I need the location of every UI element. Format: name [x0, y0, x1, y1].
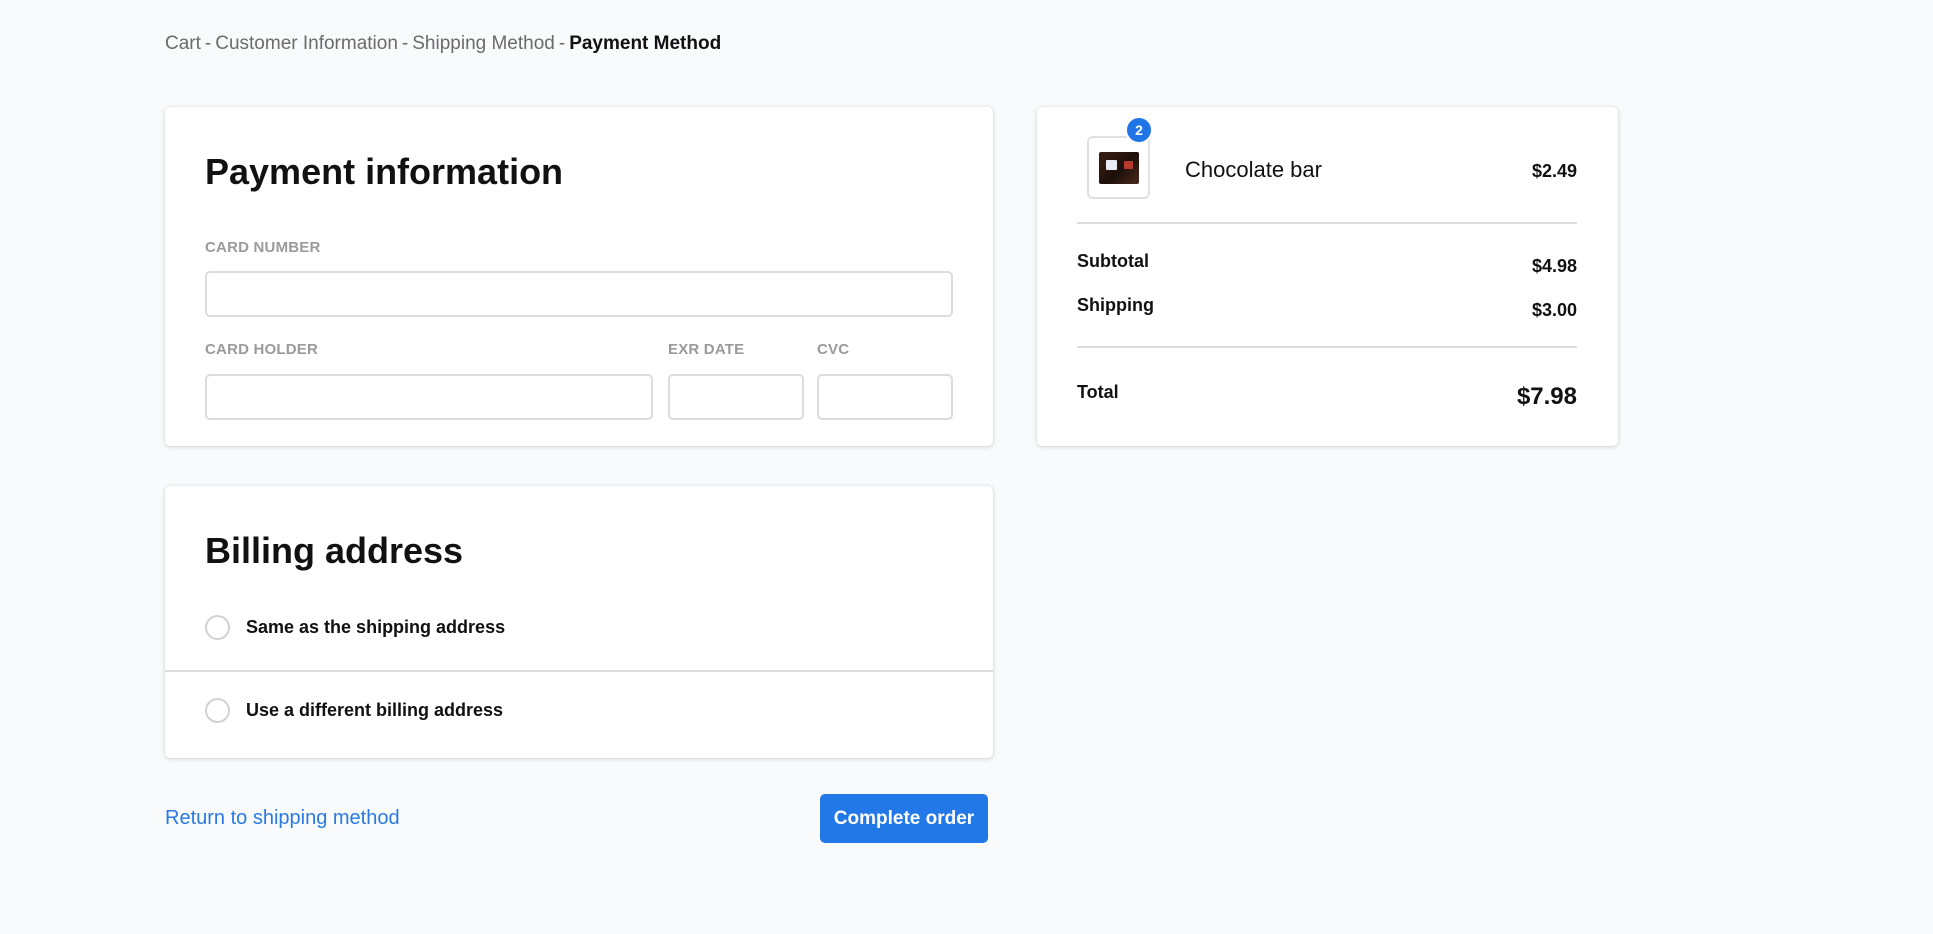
breadcrumb-customer-information[interactable]: Customer Information — [215, 33, 398, 54]
different-address-radio[interactable] — [205, 698, 230, 723]
different-address-label[interactable]: Use a different billing address — [246, 700, 503, 721]
breadcrumb-cart[interactable]: Cart — [165, 33, 201, 54]
subtotal-value: $4.98 — [1531, 256, 1577, 276]
cvc-input[interactable] — [817, 374, 953, 420]
complete-order-button[interactable]: Complete order — [820, 794, 988, 843]
card-number-label: CARD NUMBER — [205, 239, 321, 256]
breadcrumb-shipping-method[interactable]: Shipping Method — [412, 33, 555, 54]
card-holder-label: CARD HOLDER — [205, 341, 319, 358]
checkout-page: Cart - Customer Information - Shipping Metho… — [0, 0, 1933, 934]
card-holder-input[interactable] — [205, 374, 653, 420]
order-summary-card: 2 Chocolate bar $2.49 Subtotal $4.98 Shi… — [1037, 107, 1618, 446]
product-price: $2.49 — [1531, 161, 1577, 181]
summary-divider — [1077, 222, 1577, 224]
breadcrumb-separator: - — [204, 33, 212, 54]
product-name: Chocolate bar — [1185, 157, 1322, 182]
cvc-label: CVC — [817, 341, 850, 358]
same-address-radio[interactable] — [205, 615, 230, 640]
breadcrumb-separator: - — [401, 33, 409, 54]
exp-date-label: EXR DATE — [668, 341, 745, 358]
billing-option-different[interactable]: Use a different billing address — [205, 698, 503, 723]
card-number-input[interactable] — [205, 271, 953, 317]
payment-information-card: Payment information CARD NUMBER CARD HOL… — [165, 107, 993, 446]
total-label: Total — [1077, 382, 1119, 402]
billing-address-card: Billing address Same as the shipping add… — [165, 486, 993, 758]
shipping-value: $3.00 — [1531, 300, 1577, 320]
exp-date-input[interactable] — [668, 374, 804, 420]
shipping-label: Shipping — [1077, 295, 1154, 315]
total-value: $7.98 — [1516, 383, 1577, 410]
return-to-shipping-link[interactable]: Return to shipping method — [165, 807, 400, 830]
product-thumbnail — [1087, 136, 1150, 199]
billing-address-title: Billing address — [205, 530, 464, 571]
subtotal-label: Subtotal — [1077, 251, 1149, 271]
billing-option-same[interactable]: Same as the shipping address — [205, 615, 505, 640]
quantity-badge: 2 — [1125, 116, 1153, 144]
breadcrumb-payment-method: Payment Method — [569, 33, 722, 54]
payment-information-title: Payment information — [205, 151, 564, 192]
summary-divider — [1077, 346, 1577, 348]
breadcrumb: Cart - Customer Information - Shipping Metho… — [165, 33, 721, 55]
chocolate-bar-image — [1098, 151, 1139, 184]
same-address-label[interactable]: Same as the shipping address — [246, 617, 505, 638]
breadcrumb-separator: - — [558, 33, 566, 54]
billing-divider — [165, 670, 993, 672]
